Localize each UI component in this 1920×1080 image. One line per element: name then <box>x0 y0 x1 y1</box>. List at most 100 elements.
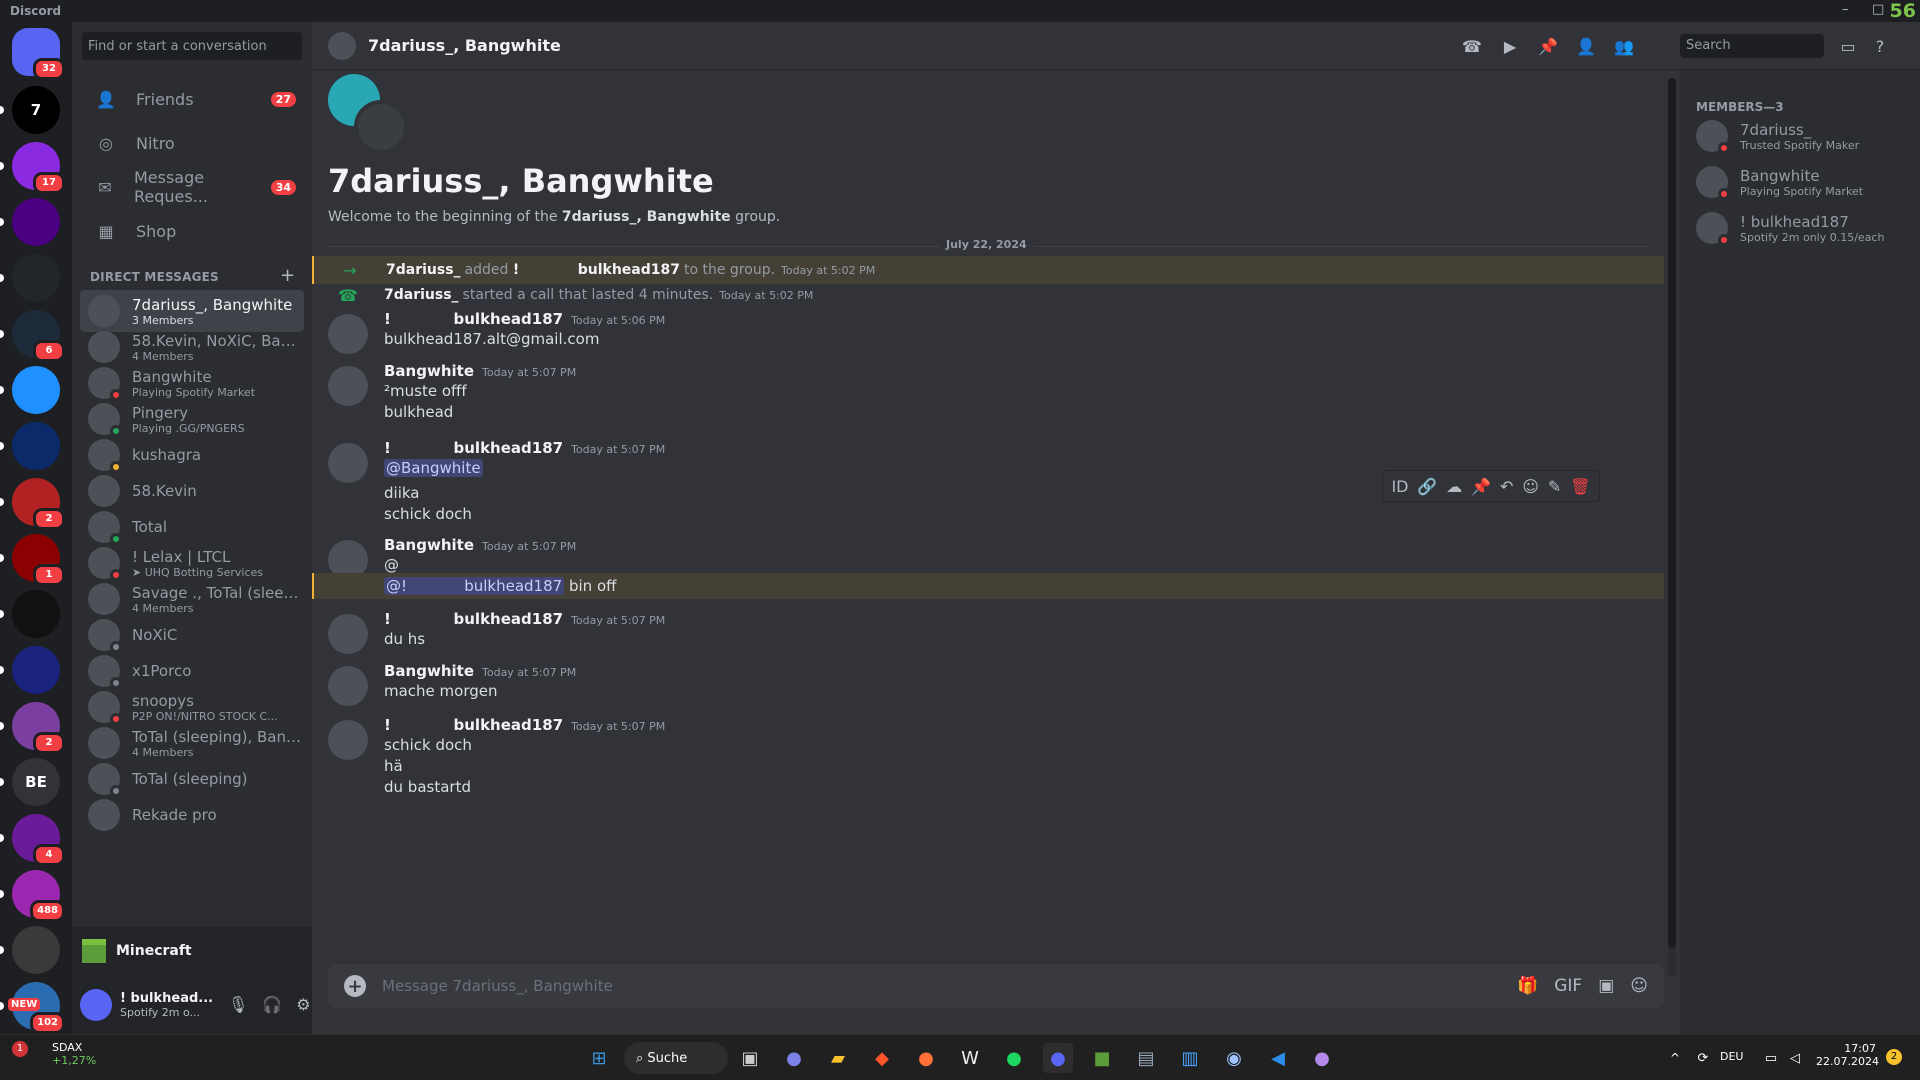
headphones-icon[interactable]: 🎧 <box>262 995 282 1014</box>
server-icon[interactable]: 2 <box>0 478 65 530</box>
server-icon[interactable]: 488 <box>0 870 65 922</box>
video-icon[interactable]: ▶ <box>1498 34 1522 58</box>
user-panel[interactable]: ! bulkhead... Spotify 2m o... 🎙 🎧 ⚙ <box>72 975 312 1034</box>
pin-icon[interactable]: 📌 <box>1471 477 1491 496</box>
scrollbar[interactable] <box>1668 78 1676 978</box>
gift-icon[interactable]: 🎁 <box>1517 976 1538 996</box>
avatar[interactable] <box>328 720 368 760</box>
pin-icon[interactable]: 📌 <box>1536 34 1560 58</box>
vscode-icon[interactable]: ◀ <box>1263 1043 1293 1073</box>
inbox-icon[interactable]: ▭ <box>1836 34 1860 58</box>
author-name[interactable]: ! bulkhead187 <box>384 439 563 457</box>
sticker-icon[interactable]: ▣ <box>1598 976 1614 996</box>
server-icon[interactable]: 1 <box>0 534 65 586</box>
author-name[interactable]: ! bulkhead187 <box>384 310 563 328</box>
server-icon[interactable]: 4 <box>0 814 65 866</box>
clock[interactable]: 17:07 22.07.2024 <box>1816 1042 1879 1068</box>
activity-bar[interactable]: Minecraft <box>72 927 312 975</box>
nav-message[interactable]: ✉ Message Reques... 34 <box>80 166 304 208</box>
add-friend-icon[interactable]: 👤 <box>1574 34 1598 58</box>
notification-badge[interactable]: 2 <box>1886 1049 1902 1065</box>
member-item[interactable]: 7dariuss_ Trusted Spotify Maker <box>1688 114 1912 158</box>
volume-icon[interactable]: ◁ <box>1780 1043 1810 1073</box>
stock-widget[interactable]: 1 SDAX +1,27% <box>12 1041 96 1067</box>
avatar[interactable] <box>328 314 368 354</box>
author-name[interactable]: Bangwhite <box>384 362 474 380</box>
timestamp: Today at 5:06 PM <box>571 314 666 327</box>
server-icon[interactable]: 2 <box>0 702 65 754</box>
message-input[interactable] <box>382 977 1518 995</box>
maximize-button[interactable]: □ <box>1872 2 1884 17</box>
server-icon[interactable]: 17 <box>0 142 65 194</box>
wiki-icon[interactable]: W <box>955 1043 985 1073</box>
dm-search-input[interactable]: Find or start a conversation <box>82 32 302 60</box>
avatar[interactable] <box>328 366 368 406</box>
member-item[interactable]: Bangwhite Playing Spotify Market <box>1688 160 1912 204</box>
brave-icon[interactable]: ◆ <box>867 1043 897 1073</box>
call-icon[interactable]: ☎ <box>1460 34 1484 58</box>
help-icon[interactable]: ? <box>1868 34 1892 58</box>
reaction-icon[interactable]: ☺ <box>1522 477 1539 496</box>
server-icon[interactable]: BE <box>0 758 60 806</box>
member-item[interactable]: ! bulkhead187 Spotify 2m only 0.15/each <box>1688 206 1912 250</box>
gear-icon[interactable]: ⚙ <box>296 995 310 1014</box>
thread-icon[interactable]: ☁ <box>1446 477 1462 496</box>
author-name[interactable]: ! bulkhead187 <box>384 610 563 628</box>
discord-icon[interactable]: ● <box>1043 1043 1073 1073</box>
copy-id-icon[interactable]: ID <box>1391 477 1408 496</box>
server-icon[interactable] <box>0 198 60 246</box>
avatar[interactable] <box>80 988 112 1021</box>
app-icon[interactable]: ▤ <box>1131 1043 1161 1073</box>
link-icon[interactable]: 🔗 <box>1417 477 1437 496</box>
create-dm-icon[interactable]: + <box>280 265 295 286</box>
file-explorer-icon[interactable]: ▰ <box>823 1043 853 1073</box>
server-icon[interactable] <box>0 422 60 470</box>
server-icon[interactable]: 7 <box>0 86 60 134</box>
github-icon[interactable]: ● <box>1307 1043 1337 1073</box>
sync-icon[interactable]: ⟳ <box>1688 1043 1718 1073</box>
firefox-icon[interactable]: ● <box>911 1043 941 1073</box>
members-icon[interactable]: 👥 <box>1612 34 1636 58</box>
edit-icon[interactable]: ✎ <box>1548 477 1561 496</box>
avatar[interactable] <box>328 443 368 483</box>
taskbar-search[interactable]: ⌕ Suche <box>624 1042 728 1074</box>
server-icon[interactable]: 6 <box>0 310 65 362</box>
microphone-icon[interactable]: 🎙 <box>228 995 248 1014</box>
notepad-icon[interactable]: ▥ <box>1175 1043 1205 1073</box>
nav-nitro[interactable]: ◎ Nitro <box>80 122 304 164</box>
teams-icon[interactable]: ● <box>779 1043 809 1073</box>
task-view-icon[interactable]: ▣ <box>735 1043 765 1073</box>
server-icon[interactable] <box>0 646 60 694</box>
steam-icon[interactable]: ◉ <box>1219 1043 1249 1073</box>
server-icon[interactable] <box>0 590 60 638</box>
minimize-button[interactable]: – <box>1842 2 1849 17</box>
attach-button[interactable]: + <box>344 975 366 997</box>
language-indicator[interactable]: DEU <box>1720 1050 1743 1063</box>
avatar[interactable] <box>328 614 368 654</box>
spotify-icon[interactable]: ● <box>999 1043 1029 1073</box>
nav-friends[interactable]: 👤 Friends 27 <box>80 78 304 120</box>
avatar[interactable] <box>328 666 368 706</box>
phone-icon: ☎ <box>338 285 358 305</box>
minecraft-icon[interactable]: ■ <box>1087 1043 1117 1073</box>
server-icon[interactable] <box>0 254 60 302</box>
server-icon[interactable] <box>0 926 60 974</box>
members-header: MEMBERS—3 <box>1696 100 1784 114</box>
search-input[interactable]: Search <box>1680 34 1824 58</box>
author-name[interactable]: Bangwhite <box>384 662 474 680</box>
home-button[interactable]: 32 <box>12 28 65 80</box>
emoji-icon[interactable]: ☺ <box>1630 976 1648 996</box>
user-mention[interactable]: @! bulkhead187 <box>384 577 565 595</box>
delete-icon[interactable]: 🗑 <box>1570 477 1590 496</box>
reply-icon[interactable]: ↶ <box>1500 477 1513 496</box>
chevron-up-icon[interactable]: ^ <box>1660 1043 1690 1073</box>
start-icon[interactable]: ⊞ <box>584 1043 614 1073</box>
server-icon[interactable]: 102 NEW <box>0 982 65 1034</box>
author-name[interactable]: ! bulkhead187 <box>384 716 563 734</box>
gif-icon[interactable]: GIF <box>1554 976 1582 996</box>
author-name[interactable]: Bangwhite <box>384 536 474 554</box>
user-mention[interactable]: @Bangwhite <box>384 459 483 477</box>
dm-item[interactable]: Rekade pro <box>80 794 304 836</box>
server-icon[interactable] <box>0 366 60 414</box>
nav-shop[interactable]: ▦ Shop <box>80 210 304 252</box>
